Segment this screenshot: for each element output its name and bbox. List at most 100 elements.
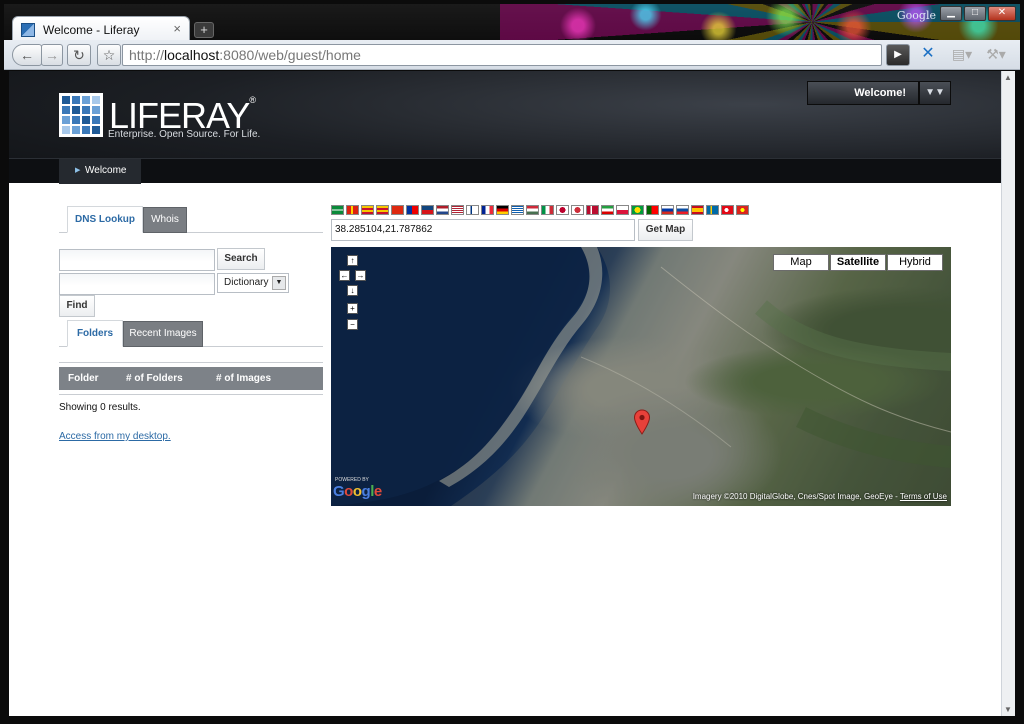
wrench-icon[interactable]: ⚒▾: [982, 44, 1010, 66]
flag-icon[interactable]: [736, 205, 749, 215]
map-type-map-button[interactable]: Map: [773, 254, 829, 271]
liferay-favicon-icon: [21, 23, 35, 37]
dns-lookup-input[interactable]: [59, 249, 215, 271]
flag-icon[interactable]: [631, 205, 644, 215]
flag-icon[interactable]: [706, 205, 719, 215]
flag-icon[interactable]: [346, 205, 359, 215]
welcome-dock[interactable]: Welcome!: [807, 81, 919, 105]
tab-close-icon[interactable]: ×: [173, 21, 181, 36]
browser-brand-label: Google: [896, 9, 936, 22]
scroll-down-icon[interactable]: ▼: [1004, 705, 1012, 714]
flag-icon[interactable]: [361, 205, 374, 215]
column-folder-count[interactable]: # of Folders: [126, 367, 183, 390]
flag-icon[interactable]: [661, 205, 674, 215]
table-divider: [59, 394, 323, 395]
page-menu-icon[interactable]: ▤▾: [948, 44, 976, 66]
pan-up-icon[interactable]: ↑: [347, 255, 358, 266]
tab-title: Welcome - Liferay: [43, 23, 140, 37]
tab-folders[interactable]: Folders: [67, 320, 123, 347]
table-divider: [59, 362, 323, 363]
flag-icon[interactable]: [646, 205, 659, 215]
satellite-map[interactable]: ↑ ← → ↓ + − Map Satellite Hybrid POWERED…: [331, 247, 951, 506]
flag-icon[interactable]: [406, 205, 419, 215]
play-icon[interactable]: ▶: [886, 44, 910, 66]
flag-icon[interactable]: [586, 205, 599, 215]
dictionary-select-value: Dictionary: [224, 277, 269, 288]
flag-icon[interactable]: [331, 205, 344, 215]
flag-icon[interactable]: [466, 205, 479, 215]
pan-left-icon[interactable]: ←: [339, 270, 350, 281]
flag-icon[interactable]: [526, 205, 539, 215]
flag-icon[interactable]: [481, 205, 494, 215]
column-image-count[interactable]: # of Images: [216, 367, 271, 390]
liferay-tagline: Enterprise. Open Source. For Life.: [108, 129, 261, 140]
flag-icon[interactable]: [496, 205, 509, 215]
search-button[interactable]: Search: [217, 248, 265, 270]
map-terrain: [331, 247, 951, 506]
flag-icon[interactable]: [436, 205, 449, 215]
url-host: localhost: [164, 47, 220, 63]
url-text: http://localhost:8080/web/guest/home: [129, 47, 361, 63]
flag-icon[interactable]: [421, 205, 434, 215]
back-arrow-icon[interactable]: ←: [12, 44, 42, 66]
column-folder[interactable]: Folder: [68, 367, 99, 390]
dictionary-select[interactable]: Dictionary ▼: [217, 273, 289, 293]
browser-toolbar: ← → ↻ ☆ http://localhost:8080/web/guest/…: [4, 40, 1020, 70]
dock-chevron-down-icon[interactable]: ▼▼: [919, 81, 951, 105]
map-attribution: Imagery ©2010 DigitalGlobe, Cnes/Spot Im…: [693, 492, 947, 501]
tab-whois[interactable]: Whois: [143, 207, 187, 233]
flag-icon[interactable]: [391, 205, 404, 215]
browser-tab[interactable]: Welcome - Liferay ×: [12, 16, 190, 40]
bookmark-star-icon[interactable]: ☆: [97, 44, 121, 66]
close-icon[interactable]: ✕: [988, 6, 1016, 21]
flag-icon[interactable]: [691, 205, 704, 215]
terms-of-use-link[interactable]: Terms of Use: [900, 492, 947, 501]
vertical-scrollbar[interactable]: ▲ ▼: [1001, 71, 1015, 716]
flag-icon[interactable]: [541, 205, 554, 215]
desktop-access-link[interactable]: Access from my desktop.: [59, 431, 171, 442]
map-marker-icon[interactable]: [633, 409, 651, 435]
coordinates-input[interactable]: 38.285104,21.787862: [331, 219, 635, 241]
minimize-icon[interactable]: ▁: [940, 6, 962, 21]
nav-item-label: Welcome: [85, 165, 127, 176]
reload-icon[interactable]: ↻: [67, 44, 91, 66]
nav-item-welcome[interactable]: ▶ Welcome: [59, 159, 141, 184]
flag-icon[interactable]: [511, 205, 524, 215]
tab-dns-lookup[interactable]: DNS Lookup: [67, 206, 143, 233]
pan-right-icon[interactable]: →: [355, 270, 366, 281]
dictionary-input[interactable]: [59, 273, 215, 295]
folders-table-header: Folder # of Folders # of Images: [59, 367, 323, 390]
zoom-out-icon[interactable]: −: [347, 319, 358, 330]
map-type-hybrid-button[interactable]: Hybrid: [887, 254, 943, 271]
registered-mark: ®: [249, 95, 256, 105]
flag-icon[interactable]: [721, 205, 734, 215]
nav-arrow-icon: ▶: [75, 167, 81, 174]
scroll-up-icon[interactable]: ▲: [1004, 73, 1012, 82]
liferay-logo-icon[interactable]: [59, 93, 103, 137]
flag-icon[interactable]: [376, 205, 389, 215]
language-flags: [331, 205, 801, 216]
extension-icon[interactable]: ✕: [918, 44, 938, 66]
flag-icon[interactable]: [601, 205, 614, 215]
new-tab-button[interactable]: +: [194, 22, 214, 38]
url-path: :8080/web/guest/home: [219, 47, 361, 63]
tab-recent-images[interactable]: Recent Images: [123, 321, 203, 347]
maximize-icon[interactable]: □: [964, 6, 986, 21]
flag-icon[interactable]: [616, 205, 629, 215]
find-button[interactable]: Find: [59, 295, 95, 317]
get-map-button[interactable]: Get Map: [638, 219, 693, 241]
zoom-in-icon[interactable]: +: [347, 303, 358, 314]
pan-down-icon[interactable]: ↓: [347, 285, 358, 296]
flag-icon[interactable]: [556, 205, 569, 215]
flag-icon[interactable]: [451, 205, 464, 215]
forward-arrow-icon[interactable]: →: [41, 44, 63, 66]
main-navigation: ▶ Welcome: [9, 158, 1001, 184]
attribution-text: Imagery ©2010 DigitalGlobe, Cnes/Spot Im…: [692, 492, 900, 501]
map-type-satellite-button[interactable]: Satellite: [830, 254, 886, 271]
flag-icon[interactable]: [571, 205, 584, 215]
dns-tabs: DNS Lookup Whois: [59, 205, 323, 233]
google-logo[interactable]: Google: [333, 483, 382, 500]
gallery-tabs: Folders Recent Images: [59, 319, 323, 347]
flag-icon[interactable]: [676, 205, 689, 215]
address-bar[interactable]: http://localhost:8080/web/guest/home: [122, 44, 882, 66]
